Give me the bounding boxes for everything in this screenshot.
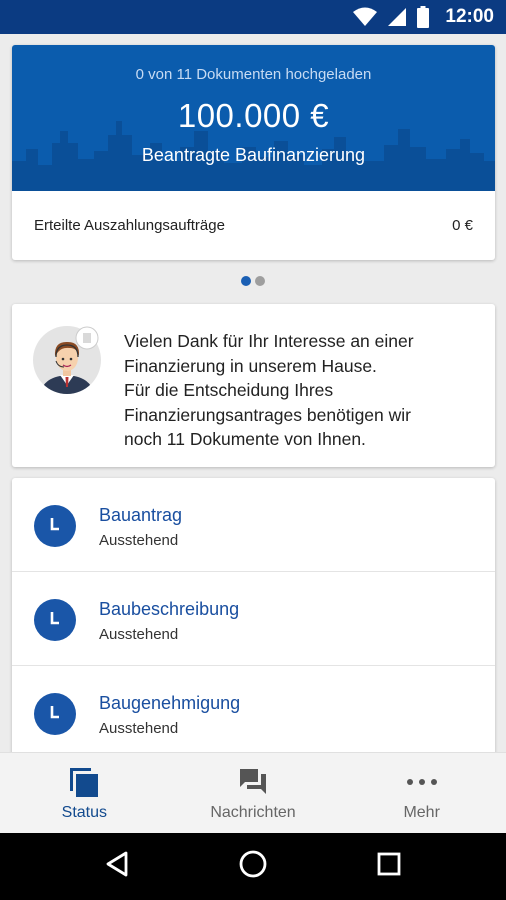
system-navigation-bar — [0, 833, 506, 900]
payout-orders-label: Erteilte Auszahlungsaufträge — [34, 217, 225, 234]
message-line: Für die Entscheidung Ihres — [124, 380, 334, 400]
message-line: noch 11 Dokumente von Ihnen. — [124, 429, 366, 449]
pending-clock-icon — [34, 505, 76, 547]
back-icon[interactable] — [104, 850, 130, 883]
advisor-message-text: Vielen Dank für Ihr Interesse an einer F… — [124, 329, 484, 452]
status-icon — [67, 765, 101, 799]
messages-icon — [238, 765, 268, 799]
document-status: Ausstehend — [99, 532, 179, 549]
wifi-icon — [353, 7, 378, 27]
message-line: Vielen Dank für Ihr Interesse an einer — [124, 331, 414, 351]
clock-time: 12:00 — [445, 6, 494, 27]
battery-icon — [417, 6, 430, 28]
message-line: Finanzierung in unserem Hause. — [124, 355, 377, 376]
signal-icon — [387, 7, 407, 27]
document-title: Bauantrag — [99, 505, 183, 525]
document-status: Ausstehend — [99, 626, 179, 643]
nav-status-label: Status — [61, 804, 108, 821]
upload-progress-text: 0 von 11 Dokumenten hochgeladen — [135, 66, 372, 83]
document-title: Baubeschreibung — [99, 599, 240, 619]
document-list: Bauantrag Ausstehend Baubeschreibung Aus… — [12, 478, 495, 752]
nav-messages[interactable]: Nachrichten — [169, 753, 338, 833]
document-item-baubeschreibung[interactable]: Baubeschreibung Ausstehend — [12, 572, 495, 666]
document-status: Ausstehend — [99, 720, 179, 737]
more-icon — [405, 765, 439, 799]
financing-summary-card[interactable]: 0 von 11 Dokumenten hochgeladen 100.000 … — [12, 45, 495, 260]
document-item-baugenehmigung[interactable]: Baugenehmigung Ausstehend — [12, 666, 495, 752]
main-content[interactable]: 0 von 11 Dokumenten hochgeladen 100.000 … — [0, 34, 506, 752]
payout-orders-value: 0 € — [452, 217, 473, 234]
nav-status[interactable]: Status — [0, 753, 169, 833]
message-line: Finanzierungsantrages benötigen wir — [124, 404, 411, 425]
advisor-avatar — [33, 326, 101, 394]
status-bar: 12:00 — [0, 0, 506, 34]
home-icon[interactable] — [238, 849, 268, 884]
nav-messages-label: Nachrichten — [210, 804, 296, 821]
bottom-navigation: Status Nachrichten Mehr — [0, 752, 506, 833]
page-dot[interactable] — [255, 276, 265, 286]
advisor-message-card: Vielen Dank für Ihr Interesse an einer F… — [12, 304, 495, 467]
nav-more-label: Mehr — [403, 804, 440, 821]
page-dot-active[interactable] — [241, 276, 251, 286]
payout-orders-row[interactable]: Erteilte Auszahlungsaufträge 0 € — [12, 191, 495, 260]
nav-more[interactable]: Mehr — [337, 753, 506, 833]
pending-clock-icon — [34, 693, 76, 735]
document-title: Baugenehmigung — [99, 693, 241, 713]
page-indicator — [0, 276, 506, 286]
financing-amount-label: Beantragte Baufinanzierung — [141, 145, 366, 165]
recents-icon[interactable] — [376, 851, 402, 882]
pending-clock-icon — [34, 599, 76, 641]
document-item-bauantrag[interactable]: Bauantrag Ausstehend — [12, 478, 495, 572]
summary-hero: 0 von 11 Dokumenten hochgeladen 100.000 … — [12, 45, 495, 191]
financing-amount: 100.000 € — [177, 97, 330, 134]
